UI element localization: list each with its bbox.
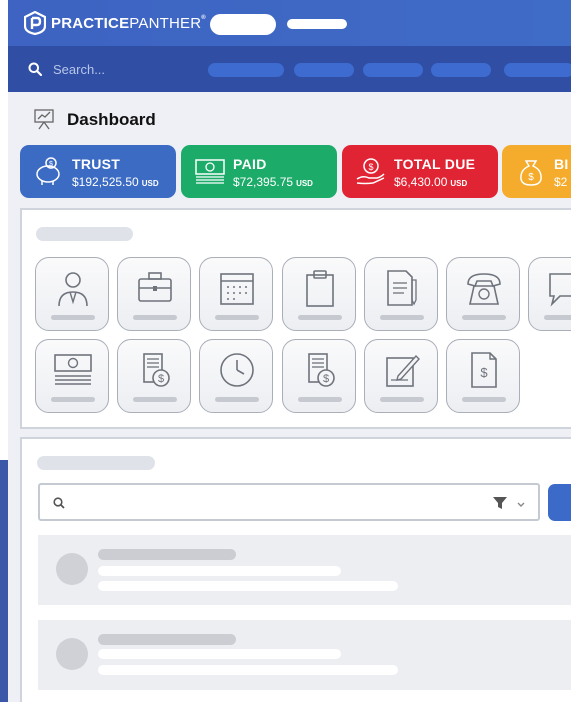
card-label: TRUST [72, 156, 121, 172]
item-title-placeholder [98, 549, 236, 560]
card-label: BI [554, 156, 569, 172]
item-text-placeholder [98, 649, 341, 659]
card-amount: $6,430.00 USD [394, 175, 468, 189]
page-title: Dashboard [67, 110, 156, 129]
panel-title-placeholder [36, 227, 133, 241]
calendar-icon [220, 273, 254, 305]
tile-label-placeholder [298, 315, 342, 320]
card-amount: $72,395.75 USD [233, 175, 313, 189]
card-amount: $2 [554, 175, 568, 189]
avatar [56, 638, 88, 670]
svg-text:$: $ [323, 373, 329, 385]
filter-search-field[interactable] [38, 483, 540, 521]
logo-mark-icon [23, 10, 47, 36]
nav-item-placeholder[interactable] [504, 63, 571, 77]
total-due-card[interactable]: $ TOTAL DUE $6,430.00 USD [342, 145, 498, 198]
invoice-tile[interactable]: $ [117, 339, 191, 413]
filter-icon[interactable] [492, 495, 508, 516]
tile-label-placeholder [380, 397, 424, 402]
svg-text:$: $ [49, 161, 53, 168]
contact-icon [58, 272, 88, 307]
nav-item-placeholder[interactable] [431, 63, 491, 77]
tile-label-placeholder [51, 315, 95, 320]
top-navigation-bar: PRACTICEPANTHER® [8, 0, 571, 46]
billable-card[interactable]: $ BI $2 [502, 145, 571, 198]
list-item[interactable] [38, 535, 571, 605]
cash-stack-icon [194, 155, 226, 187]
bill-tile[interactable]: $ [446, 339, 520, 413]
clipboard-icon [306, 270, 334, 307]
item-title-placeholder [98, 634, 236, 645]
list-item[interactable] [38, 620, 571, 690]
payment-tile[interactable] [35, 339, 109, 413]
presentation-chart-icon [33, 108, 55, 130]
note-tile[interactable] [364, 339, 438, 413]
tile-label-placeholder [462, 315, 506, 320]
item-text-placeholder [98, 566, 341, 576]
briefcase-icon [138, 272, 172, 302]
nav-item-placeholder[interactable] [294, 63, 354, 77]
action-button[interactable] [548, 484, 571, 521]
card-amount: $192,525.50 USD [72, 175, 159, 189]
search-icon [28, 62, 43, 77]
matter-tile[interactable] [117, 257, 191, 331]
paid-card[interactable]: PAID $72,395.75 USD [181, 145, 337, 198]
svg-text:$: $ [528, 172, 534, 183]
avatar [56, 553, 88, 585]
logo-text: PRACTICEPANTHER® [51, 14, 206, 32]
document-icon [387, 270, 417, 306]
time-entry-tile[interactable] [199, 339, 273, 413]
message-tile[interactable] [528, 257, 571, 331]
chevron-down-icon[interactable] [516, 497, 526, 515]
cash-icon [54, 354, 92, 385]
svg-text:$: $ [480, 365, 488, 380]
card-label: TOTAL DUE [394, 156, 476, 172]
phone-icon [467, 273, 501, 305]
contact-tile[interactable] [35, 257, 109, 331]
trust-card[interactable]: $ TRUST $192,525.50 USD [20, 145, 176, 198]
svg-text:$: $ [158, 373, 164, 385]
task-tile[interactable] [282, 257, 356, 331]
piggy-bank-icon: $ [33, 155, 65, 187]
nav-item-placeholder[interactable] [363, 63, 423, 77]
document-tile[interactable] [364, 257, 438, 331]
dollar-document-icon: $ [471, 352, 497, 388]
tile-label-placeholder [215, 397, 259, 402]
note-edit-icon [386, 354, 420, 387]
tile-label-placeholder [215, 315, 259, 320]
tile-label-placeholder [298, 397, 342, 402]
money-bag-icon: $ [515, 155, 547, 187]
item-text-placeholder [98, 581, 398, 591]
tile-label-placeholder [544, 315, 571, 320]
tile-label-placeholder [51, 397, 95, 402]
expense-tile[interactable]: $ [282, 339, 356, 413]
header-link-placeholder[interactable] [287, 19, 347, 29]
tile-label-placeholder [380, 315, 424, 320]
card-label: PAID [233, 156, 267, 172]
app-window: PRACTICEPANTHER® Search... Dashboard $ T… [8, 0, 571, 702]
call-log-tile[interactable] [446, 257, 520, 331]
coins-invoice-icon: $ [308, 353, 335, 387]
search-input[interactable]: Search... [53, 62, 105, 77]
tile-label-placeholder [133, 397, 177, 402]
item-text-placeholder [98, 665, 398, 675]
practicepanther-logo[interactable]: PRACTICEPANTHER® [23, 10, 206, 36]
svg-text:$: $ [368, 162, 373, 172]
search-icon [53, 496, 65, 514]
tile-label-placeholder [133, 315, 177, 320]
clock-icon [220, 353, 254, 387]
hand-coin-icon: $ [355, 155, 387, 187]
calendar-tile[interactable] [199, 257, 273, 331]
header-button-placeholder[interactable] [210, 14, 276, 35]
message-icon [549, 273, 571, 307]
panel-title-placeholder [37, 456, 155, 470]
tile-label-placeholder [462, 397, 506, 402]
nav-item-placeholder[interactable] [208, 63, 284, 77]
coins-invoice-icon: $ [143, 353, 170, 387]
